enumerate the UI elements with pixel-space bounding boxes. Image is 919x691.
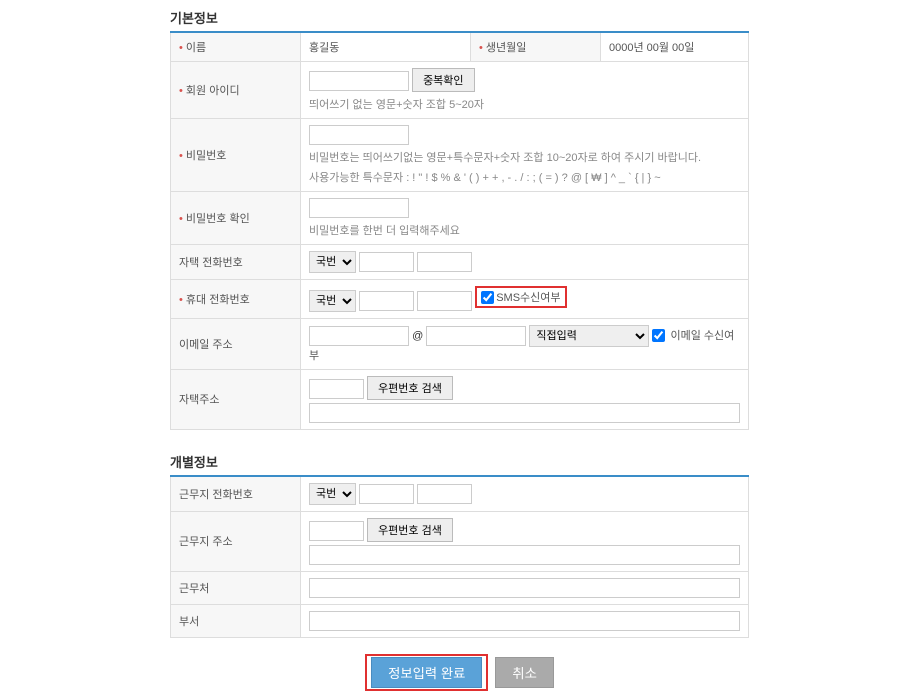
email-at: @ <box>412 330 423 342</box>
email-domain-input[interactable] <box>426 326 526 346</box>
department-input[interactable] <box>309 611 740 631</box>
address-detail-input[interactable] <box>309 403 740 423</box>
birth-label: 생년월일 <box>471 32 601 62</box>
mobile-phone-label: 휴대 전화번호 <box>171 280 301 319</box>
password-hint1: 비밀번호는 띄어쓰기없는 영문+특수문자+숫자 조합 10~20자로 하여 주시… <box>309 149 740 165</box>
home-phone-area-select[interactable]: 국번 <box>309 251 356 273</box>
email-label: 이메일 주소 <box>171 318 301 369</box>
work-address-label: 근무지 주소 <box>171 511 301 571</box>
work-phone-area-select[interactable]: 국번 <box>309 483 356 505</box>
work-zipcode-search-button[interactable]: 우편번호 검색 <box>367 518 453 542</box>
work-address-detail-input[interactable] <box>309 545 740 565</box>
home-phone-last-input[interactable] <box>417 252 472 272</box>
work-zipcode-input[interactable] <box>309 521 364 541</box>
individual-info-title: 개별정보 <box>170 444 749 475</box>
password-hint2: 사용가능한 특수문자 : ! " ! $ % & ' ( ) + + , - .… <box>309 169 740 185</box>
password-confirm-input[interactable] <box>309 198 409 218</box>
birth-value: 0000년 00월 00일 <box>601 32 749 62</box>
zipcode-input[interactable] <box>309 379 364 399</box>
password-confirm-label: 비밀번호 확인 <box>171 192 301 245</box>
email-local-input[interactable] <box>309 326 409 346</box>
member-id-label: 회원 아이디 <box>171 62 301 119</box>
address-label: 자택주소 <box>171 369 301 429</box>
submit-button[interactable]: 정보입력 완료 <box>371 657 482 688</box>
sms-label: SMS수신여부 <box>496 289 560 305</box>
individual-info-table: 근무지 전화번호 국번 근무지 주소 우편번호 검색 근무처 부서 <box>170 475 749 638</box>
workplace-label: 근무처 <box>171 571 301 604</box>
mobile-phone-area-select[interactable]: 국번 <box>309 290 356 312</box>
submit-highlight: 정보입력 완료 <box>365 654 488 691</box>
member-id-input[interactable] <box>309 71 409 91</box>
member-id-hint: 띄어쓰기 없는 영문+숫자 조합 5~20자 <box>309 96 740 112</box>
email-domain-select[interactable]: 직접입력 <box>529 325 649 347</box>
email-receive-checkbox[interactable] <box>652 329 665 342</box>
sms-highlight: SMS수신여부 <box>475 286 566 308</box>
sms-checkbox[interactable] <box>481 291 494 304</box>
mobile-phone-last-input[interactable] <box>417 291 472 311</box>
name-label: 이름 <box>171 32 301 62</box>
password-input[interactable] <box>309 125 409 145</box>
home-phone-label: 자택 전화번호 <box>171 245 301 280</box>
buttons-row: 정보입력 완료 취소 <box>170 654 749 691</box>
cancel-button[interactable]: 취소 <box>495 657 554 688</box>
workplace-input[interactable] <box>309 578 740 598</box>
home-phone-mid-input[interactable] <box>359 252 414 272</box>
basic-info-title: 기본정보 <box>170 0 749 31</box>
work-phone-mid-input[interactable] <box>359 484 414 504</box>
check-duplicate-button[interactable]: 중복확인 <box>412 68 474 92</box>
name-value: 홍길동 <box>301 32 471 62</box>
work-phone-label: 근무지 전화번호 <box>171 476 301 512</box>
password-label: 비밀번호 <box>171 119 301 192</box>
department-label: 부서 <box>171 604 301 637</box>
password-confirm-hint: 비밀번호를 한번 더 입력해주세요 <box>309 222 740 238</box>
mobile-phone-mid-input[interactable] <box>359 291 414 311</box>
basic-info-table: 이름 홍길동 생년월일 0000년 00월 00일 회원 아이디 중복확인 띄어… <box>170 31 749 430</box>
work-phone-last-input[interactable] <box>417 484 472 504</box>
zipcode-search-button[interactable]: 우편번호 검색 <box>367 376 453 400</box>
